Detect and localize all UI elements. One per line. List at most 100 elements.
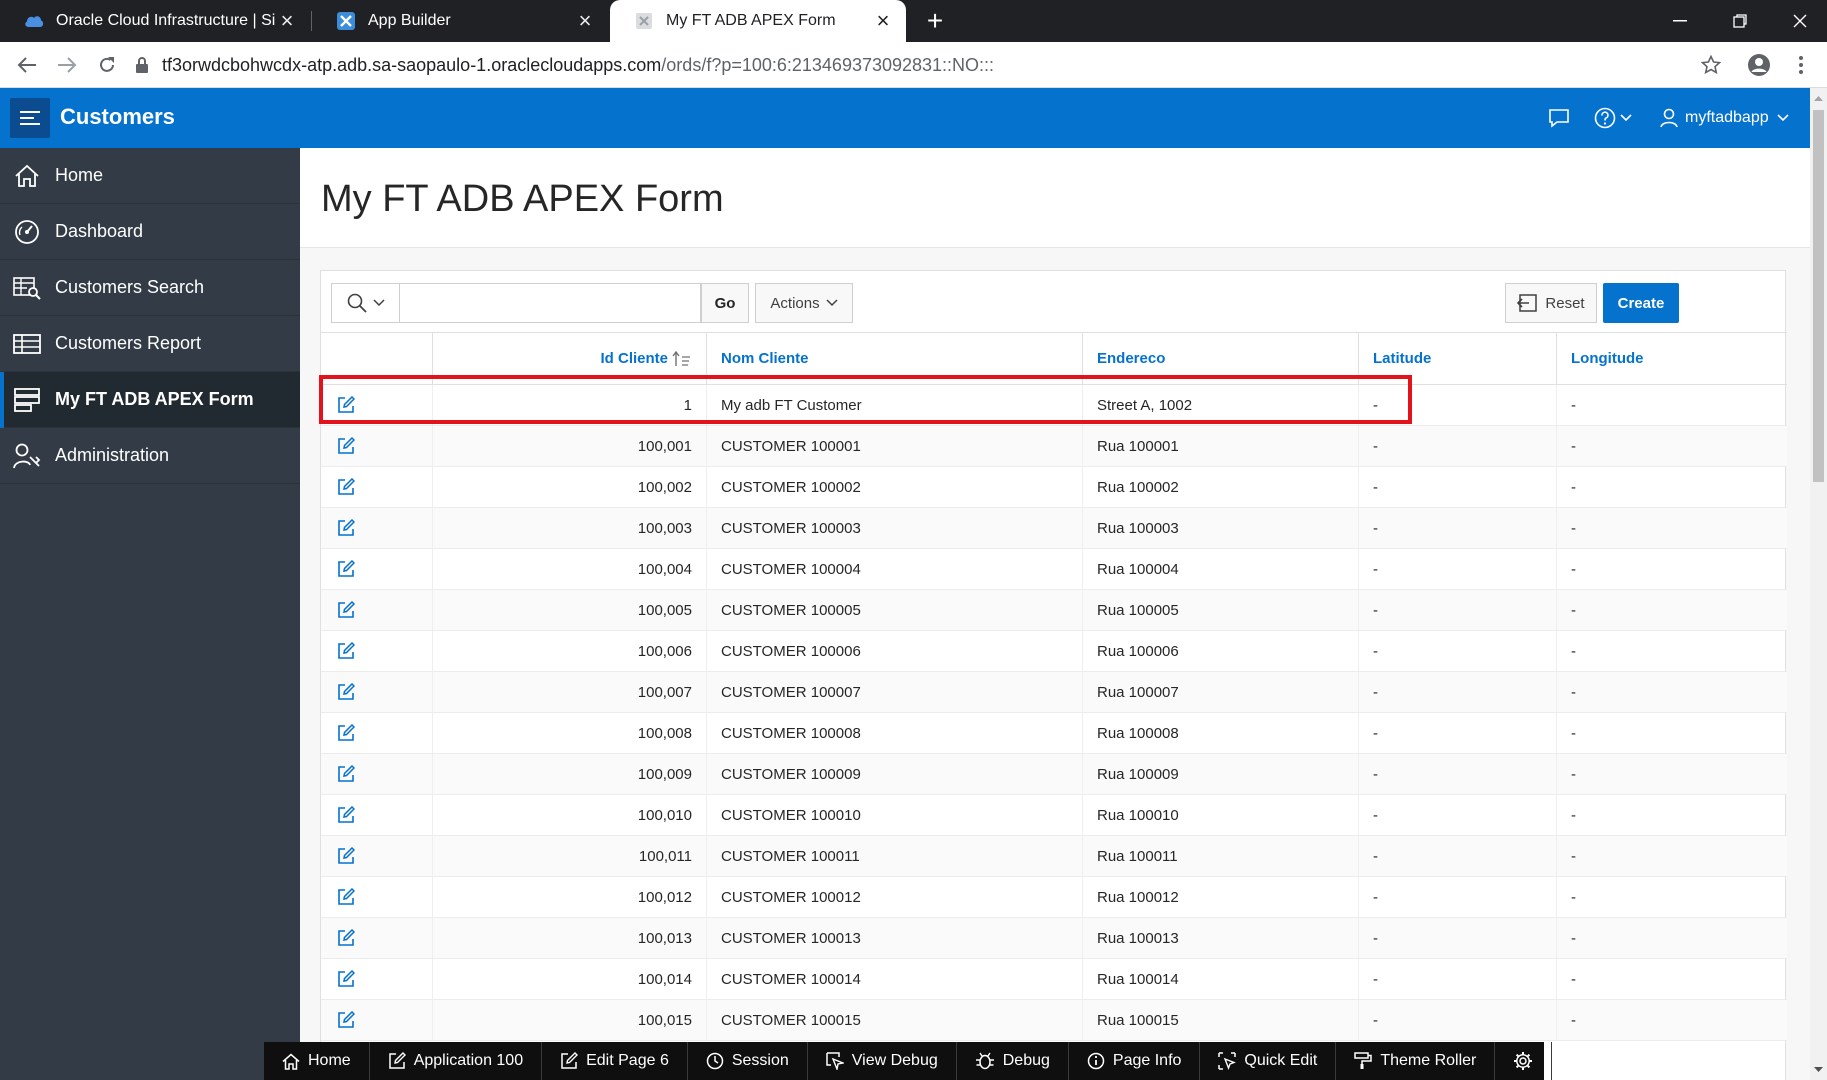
minimize-icon[interactable] — [1650, 0, 1710, 42]
cell-nom-cliente[interactable]: CUSTOMER 100006 — [706, 631, 1082, 671]
cell-latitude[interactable]: - — [1358, 713, 1556, 753]
cell-nom-cliente[interactable]: CUSTOMER 100010 — [706, 795, 1082, 835]
close-window-icon[interactable] — [1770, 0, 1827, 42]
sidebar-item-customers-search[interactable]: Customers Search — [0, 260, 300, 316]
cell-id-cliente[interactable]: 100,010 — [432, 795, 706, 835]
dev-home-button[interactable]: Home — [264, 1042, 370, 1080]
actions-button[interactable]: Actions — [755, 283, 853, 323]
cell-latitude[interactable]: - — [1358, 836, 1556, 876]
dev-view-debug-button[interactable]: View Debug — [808, 1042, 957, 1080]
column-header-longitude[interactable]: Longitude — [1556, 333, 1787, 384]
edit-row-button[interactable] — [321, 754, 432, 794]
cell-endereco[interactable]: Rua 100008 — [1082, 713, 1358, 753]
cell-nom-cliente[interactable]: CUSTOMER 100004 — [706, 549, 1082, 589]
edit-row-button[interactable] — [321, 426, 432, 466]
cell-nom-cliente[interactable]: CUSTOMER 100005 — [706, 590, 1082, 630]
table-row[interactable]: 100,006 CUSTOMER 100006 Rua 100006- - — [321, 631, 1787, 672]
cell-latitude[interactable]: - — [1358, 426, 1556, 466]
cell-id-cliente[interactable]: 100,002 — [432, 467, 706, 507]
forward-icon[interactable] — [52, 50, 82, 80]
close-tab-icon[interactable]: × — [574, 10, 596, 32]
cell-endereco[interactable]: Rua 100015 — [1082, 1000, 1358, 1040]
cell-latitude[interactable]: - — [1358, 590, 1556, 630]
table-row[interactable]: 100,004 CUSTOMER 100004 Rua 100004- - — [321, 549, 1787, 590]
cell-id-cliente[interactable]: 100,013 — [432, 918, 706, 958]
dev-debug-button[interactable]: Debug — [957, 1042, 1069, 1080]
cell-latitude[interactable]: - — [1358, 795, 1556, 835]
dev-application-button[interactable]: Application 100 — [370, 1042, 543, 1080]
browser-tab-oci[interactable]: Oracle Cloud Infrastructure | Sign × — [0, 0, 310, 42]
cell-longitude[interactable]: - — [1556, 590, 1787, 630]
restore-icon[interactable] — [1710, 0, 1770, 42]
cell-endereco[interactable]: Rua 100003 — [1082, 508, 1358, 548]
cell-endereco[interactable]: Rua 100013 — [1082, 918, 1358, 958]
scrollbar-thumb[interactable] — [1813, 110, 1824, 482]
cell-longitude[interactable]: - — [1556, 631, 1787, 671]
sidebar-item-customers-report[interactable]: Customers Report — [0, 316, 300, 372]
cell-nom-cliente[interactable]: CUSTOMER 100009 — [706, 754, 1082, 794]
cell-longitude[interactable]: - — [1556, 754, 1787, 794]
search-input[interactable] — [400, 284, 700, 322]
cell-nom-cliente[interactable]: CUSTOMER 100014 — [706, 959, 1082, 999]
cell-longitude[interactable]: - — [1556, 795, 1787, 835]
table-row[interactable]: 100,015 CUSTOMER 100015 Rua 100015- - — [321, 1000, 1787, 1041]
cell-id-cliente[interactable]: 100,008 — [432, 713, 706, 753]
cell-endereco[interactable]: Rua 100014 — [1082, 959, 1358, 999]
cell-endereco[interactable]: Rua 100011 — [1082, 836, 1358, 876]
cell-endereco[interactable]: Rua 100001 — [1082, 426, 1358, 466]
table-row[interactable]: 100,002 CUSTOMER 100002 Rua 100002- - — [321, 467, 1787, 508]
dev-quick-edit-button[interactable]: Quick Edit — [1200, 1042, 1337, 1080]
cell-nom-cliente[interactable]: CUSTOMER 100013 — [706, 918, 1082, 958]
cell-latitude[interactable]: - — [1358, 959, 1556, 999]
cell-longitude[interactable]: - — [1556, 467, 1787, 507]
cell-nom-cliente[interactable]: CUSTOMER 100001 — [706, 426, 1082, 466]
dev-session-button[interactable]: Session — [688, 1042, 808, 1080]
dev-theme-roller-button[interactable]: Theme Roller — [1336, 1042, 1496, 1080]
edit-row-button[interactable] — [321, 672, 432, 712]
dev-page-info-button[interactable]: Page Info — [1069, 1042, 1201, 1080]
new-tab-button[interactable]: + — [918, 5, 952, 36]
table-row[interactable]: 100,007 CUSTOMER 100007 Rua 100007- - — [321, 672, 1787, 713]
cell-longitude[interactable]: - — [1556, 426, 1787, 466]
user-menu-button[interactable]: myftadbapp — [1660, 100, 1789, 136]
cell-latitude[interactable]: - — [1358, 549, 1556, 589]
cell-endereco[interactable]: Rua 100007 — [1082, 672, 1358, 712]
edit-row-button[interactable] — [321, 549, 432, 589]
edit-row-button[interactable] — [321, 836, 432, 876]
cell-longitude[interactable]: - — [1556, 713, 1787, 753]
cell-id-cliente[interactable]: 100,005 — [432, 590, 706, 630]
sidebar-item-administration[interactable]: Administration — [0, 428, 300, 484]
cell-endereco[interactable]: Rua 100005 — [1082, 590, 1358, 630]
search-column-selector[interactable] — [332, 284, 400, 322]
edit-row-button[interactable] — [321, 1000, 432, 1040]
table-row[interactable]: 100,009 CUSTOMER 100009 Rua 100009- - — [321, 754, 1787, 795]
cell-longitude[interactable]: - — [1556, 672, 1787, 712]
cell-nom-cliente[interactable]: CUSTOMER 100012 — [706, 877, 1082, 917]
sidebar-item-dashboard[interactable]: Dashboard — [0, 204, 300, 260]
edit-row-button[interactable] — [321, 959, 432, 999]
sidebar-item-my-ft-adb-apex-form[interactable]: My FT ADB APEX Form — [0, 372, 300, 428]
cell-latitude[interactable]: - — [1358, 1000, 1556, 1040]
cell-id-cliente[interactable]: 100,001 — [432, 426, 706, 466]
cell-endereco[interactable]: Rua 100006 — [1082, 631, 1358, 671]
cell-nom-cliente[interactable]: CUSTOMER 100011 — [706, 836, 1082, 876]
cell-endereco[interactable]: Rua 100002 — [1082, 467, 1358, 507]
cell-longitude[interactable]: - — [1556, 836, 1787, 876]
close-tab-icon[interactable]: × — [872, 10, 894, 32]
create-button[interactable]: Create — [1603, 283, 1679, 323]
table-row[interactable]: 100,003 CUSTOMER 100003 Rua 100003- - — [321, 508, 1787, 549]
edit-row-button[interactable] — [321, 713, 432, 753]
cell-id-cliente[interactable]: 100,015 — [432, 1000, 706, 1040]
cell-id-cliente[interactable]: 100,009 — [432, 754, 706, 794]
cell-nom-cliente[interactable]: CUSTOMER 100015 — [706, 1000, 1082, 1040]
edit-row-button[interactable] — [321, 918, 432, 958]
feedback-button[interactable] — [1548, 100, 1570, 136]
back-icon[interactable] — [12, 50, 42, 80]
edit-row-button[interactable] — [321, 467, 432, 507]
cell-latitude[interactable]: - — [1358, 631, 1556, 671]
cell-longitude[interactable]: - — [1556, 918, 1787, 958]
edit-row-button[interactable] — [321, 631, 432, 671]
cell-nom-cliente[interactable]: CUSTOMER 100008 — [706, 713, 1082, 753]
cell-id-cliente[interactable]: 100,004 — [432, 549, 706, 589]
dev-edit-page-button[interactable]: Edit Page 6 — [542, 1042, 688, 1080]
